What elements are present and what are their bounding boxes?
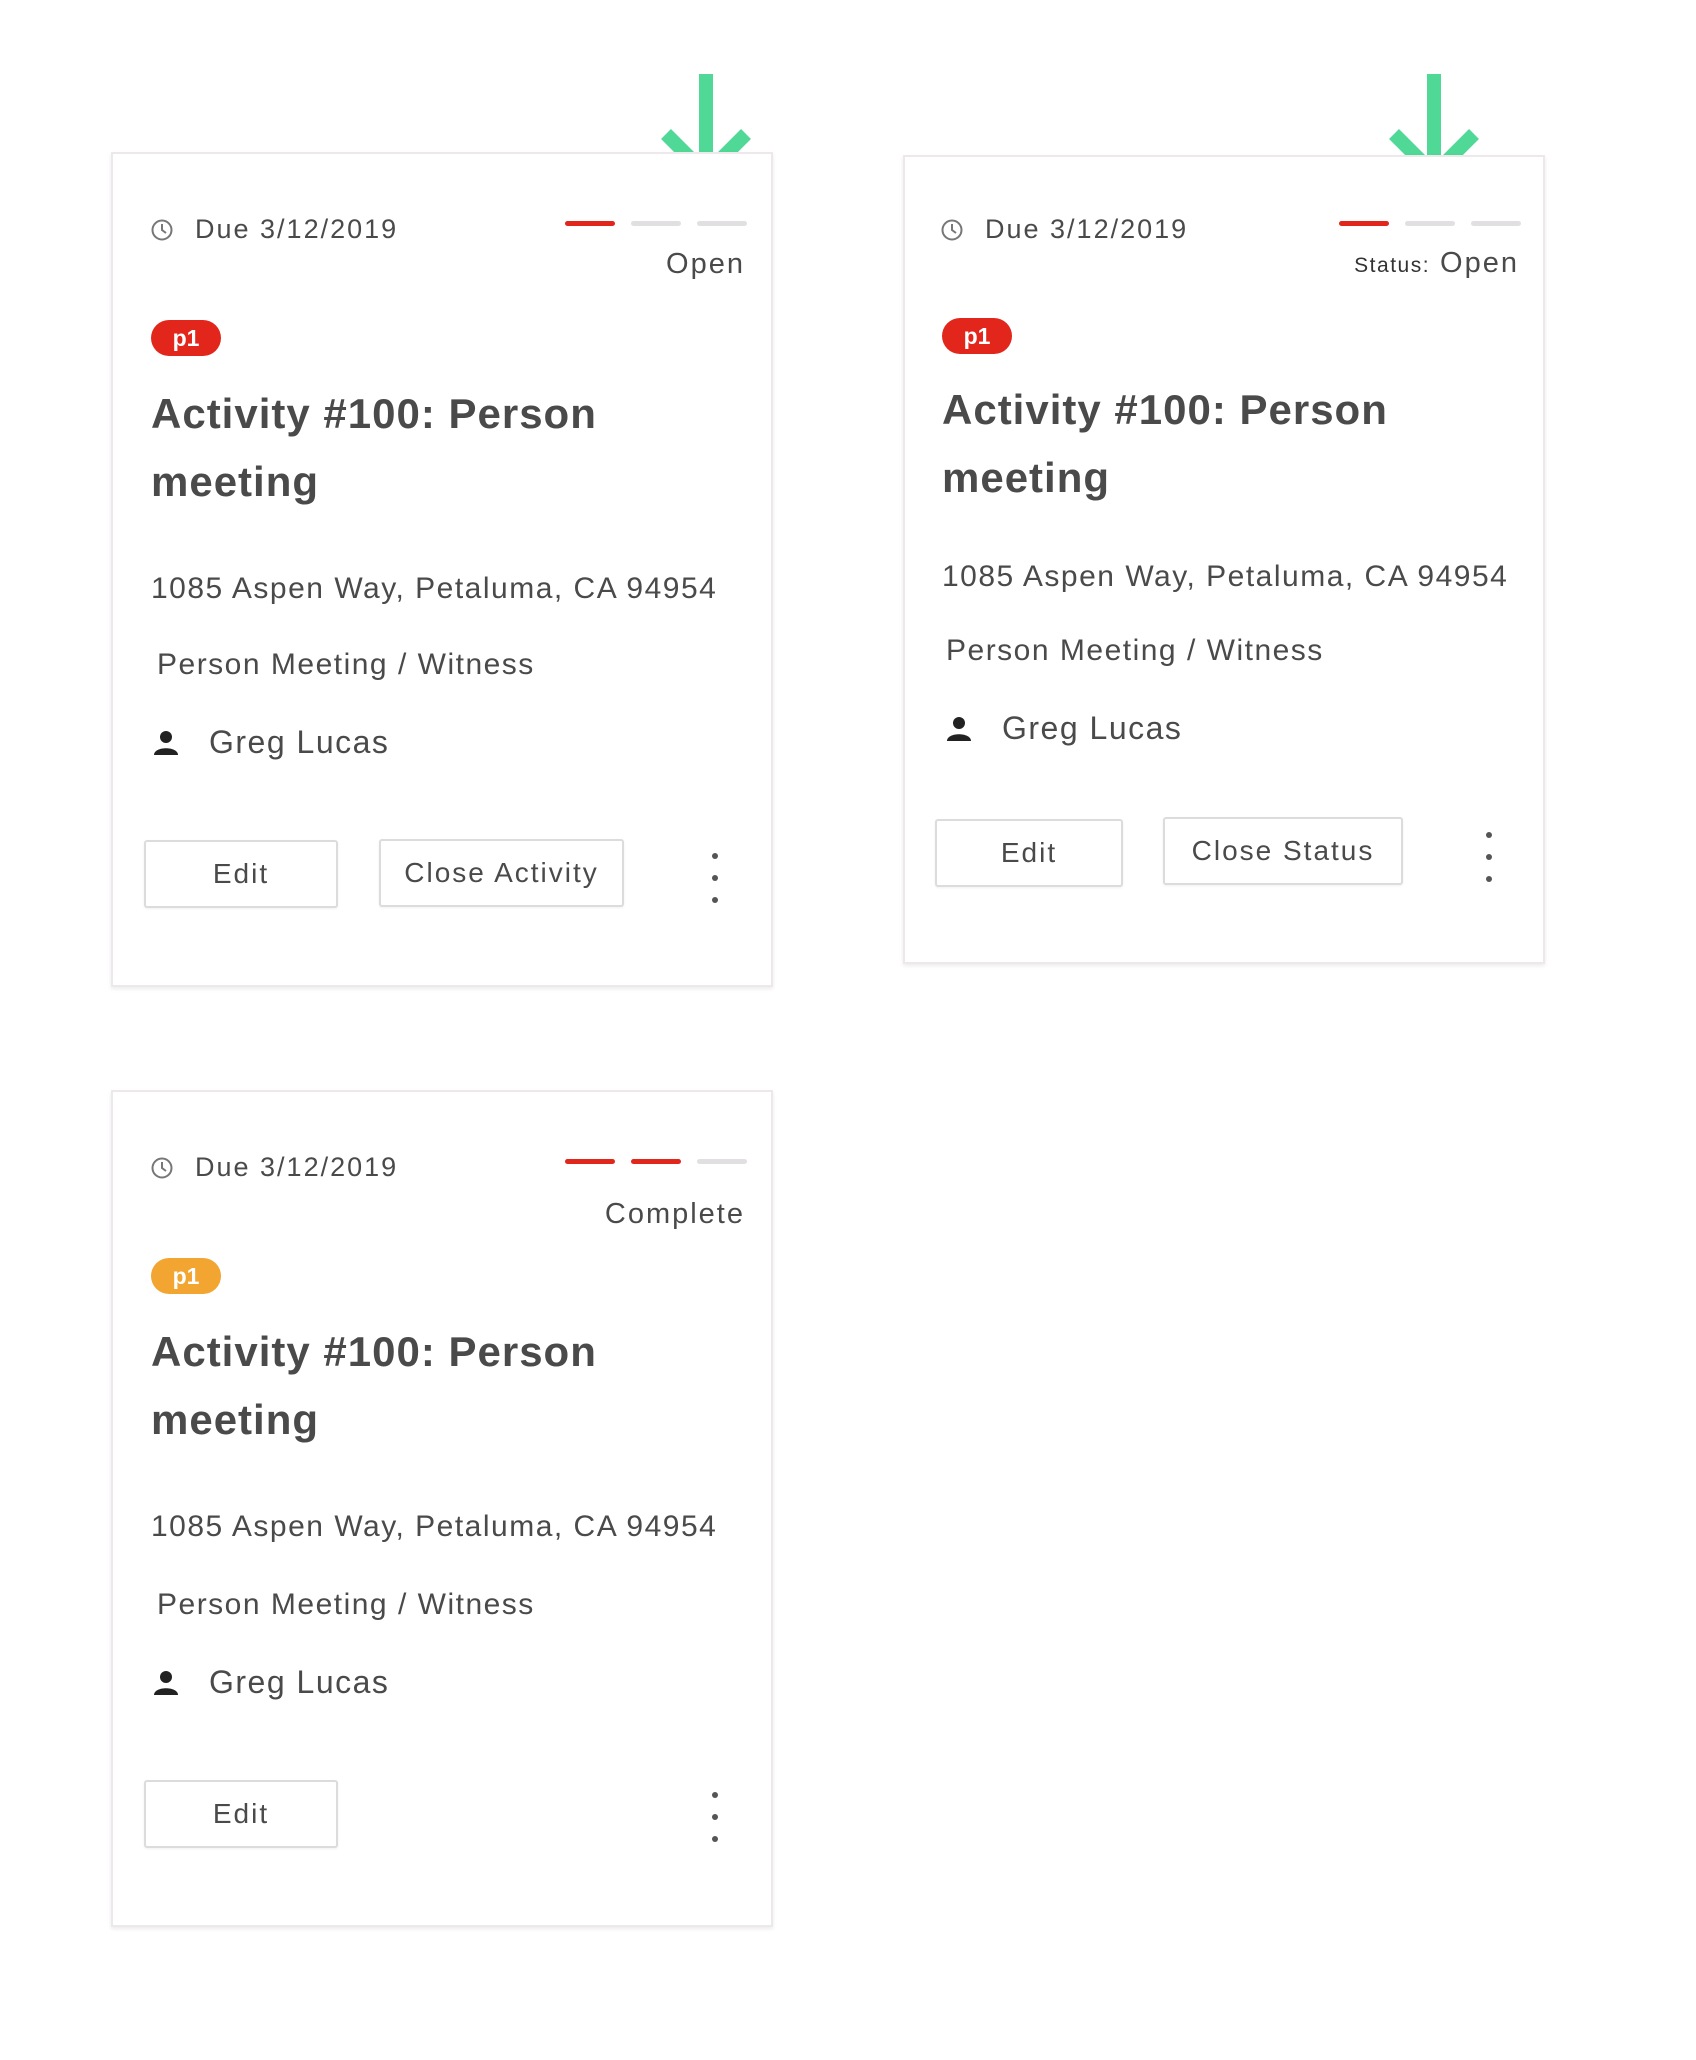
status-progress: [1339, 221, 1521, 226]
assignee-name: Greg Lucas: [1002, 710, 1183, 746]
due-date-text: Due 3/12/2019: [195, 214, 399, 244]
priority-badge: p1: [151, 320, 221, 356]
activity-title[interactable]: Activity #100: Person meeting: [151, 380, 671, 516]
activity-address: 1085 Aspen Way, Petaluma, CA 94954: [151, 572, 718, 605]
progress-segment: [697, 1159, 747, 1164]
assignee: Greg Lucas: [946, 710, 1182, 747]
due-date: Due 3/12/2019: [151, 214, 398, 245]
progress-segment: [697, 221, 747, 226]
assignee: Greg Lucas: [153, 1664, 389, 1701]
more-options-icon[interactable]: [1474, 832, 1504, 882]
progress-segment: [565, 221, 615, 226]
edit-button[interactable]: Edit: [144, 840, 338, 908]
activity-type: Person Meeting / Witness: [946, 634, 1324, 667]
person-icon: [947, 716, 971, 741]
activity-title[interactable]: Activity #100: Person meeting: [942, 376, 1462, 512]
activity-card: Due 3/12/2019 Status: Open p1 Activity #1…: [903, 155, 1545, 964]
activity-address: 1085 Aspen Way, Petaluma, CA 94954: [151, 1510, 718, 1543]
activity-card: Due 3/12/2019 Open p1 Activity #100: Per…: [111, 152, 773, 987]
clock-icon: [941, 219, 963, 240]
status-value: Complete: [604, 1198, 745, 1230]
due-date-text: Due 3/12/2019: [985, 214, 1189, 244]
edit-button[interactable]: Edit: [144, 1780, 338, 1848]
progress-segment: [631, 1159, 681, 1164]
activity-card: Due 3/12/2019 Complete p1 Activity #100:…: [111, 1090, 773, 1927]
due-date: Due 3/12/2019: [151, 1152, 398, 1183]
activity-address: 1085 Aspen Way, Petaluma, CA 94954: [942, 560, 1509, 593]
person-icon: [154, 1670, 178, 1695]
more-options-icon[interactable]: [700, 853, 730, 903]
activity-title[interactable]: Activity #100: Person meeting: [151, 1318, 671, 1454]
due-date: Due 3/12/2019: [941, 214, 1188, 245]
priority-badge: p1: [151, 1258, 221, 1294]
close-status-button[interactable]: Close Status: [1163, 817, 1403, 885]
status-label: Complete: [605, 1198, 745, 1231]
person-icon: [154, 730, 178, 755]
status-value: Open: [1440, 247, 1519, 279]
assignee-name: Greg Lucas: [209, 724, 390, 760]
status-prefix: Status:: [1354, 254, 1431, 277]
status-label: Status: Open: [1354, 247, 1519, 280]
activity-type: Person Meeting / Witness: [157, 1588, 535, 1621]
progress-segment: [1339, 221, 1389, 226]
activity-type: Person Meeting / Witness: [157, 648, 535, 681]
more-options-icon[interactable]: [700, 1792, 730, 1842]
progress-segment: [565, 1159, 615, 1164]
progress-segment: [631, 221, 681, 226]
priority-badge: p1: [942, 318, 1012, 354]
clock-icon: [151, 1157, 173, 1178]
status-progress: [565, 1159, 747, 1164]
clock-icon: [151, 219, 173, 240]
progress-segment: [1405, 221, 1455, 226]
status-progress: [565, 221, 747, 226]
edit-button[interactable]: Edit: [935, 819, 1123, 887]
close-activity-button[interactable]: Close Activity: [379, 839, 624, 907]
status-value: Open: [666, 248, 745, 280]
due-date-text: Due 3/12/2019: [195, 1152, 399, 1182]
assignee: Greg Lucas: [153, 724, 389, 761]
status-label: Open: [666, 248, 745, 281]
assignee-name: Greg Lucas: [209, 1664, 390, 1700]
progress-segment: [1471, 221, 1521, 226]
